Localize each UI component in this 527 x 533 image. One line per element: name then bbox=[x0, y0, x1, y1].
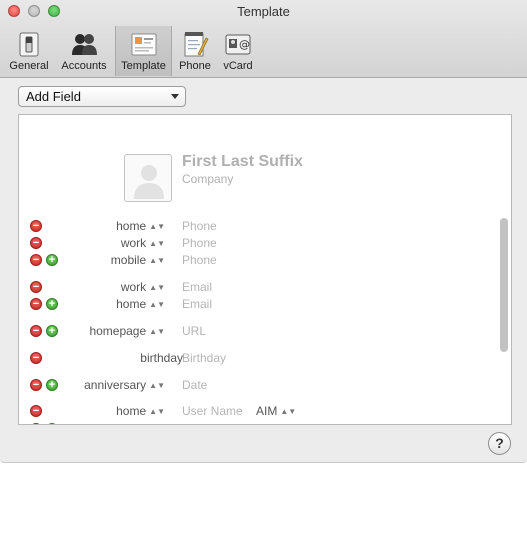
up-down-arrows-icon: ▲▼ bbox=[149, 300, 165, 309]
toolbar-vcard[interactable]: @ vCard bbox=[218, 26, 258, 76]
field-label-popup[interactable]: home ▲▼ bbox=[116, 219, 165, 233]
remove-field-button[interactable]: − bbox=[30, 220, 42, 232]
up-down-arrows-icon: ▲▼ bbox=[149, 256, 165, 265]
field-label-popup[interactable]: homepage ▲▼ bbox=[89, 324, 165, 338]
remove-field-button[interactable]: − bbox=[30, 237, 42, 249]
phone-notepad-icon bbox=[184, 32, 209, 57]
field-row: − home ▲▼ Phone bbox=[19, 218, 499, 235]
field-label-popup[interactable]: home ▲▼ bbox=[116, 297, 165, 311]
field-placeholder[interactable]: URL bbox=[182, 324, 206, 338]
remove-field-button[interactable]: − bbox=[30, 254, 42, 266]
field-label-popup[interactable]: anniversary ▲▼ bbox=[84, 378, 165, 392]
contact-name[interactable]: First Last Suffix bbox=[182, 153, 303, 171]
vcard-icon: @ bbox=[225, 34, 251, 55]
field-label-popup[interactable]: work ▲▼ bbox=[121, 280, 165, 294]
field-placeholder[interactable]: Email bbox=[182, 297, 212, 311]
field-label: birthday bbox=[140, 351, 183, 365]
person-silhouette-icon bbox=[134, 165, 164, 199]
remove-field-button[interactable]: − bbox=[30, 281, 42, 293]
field-label: homepage bbox=[89, 324, 147, 338]
field-row: − + anniversary ▲▼ Date bbox=[19, 377, 499, 394]
field-row: − work ▲▼ Email bbox=[19, 279, 499, 296]
up-down-arrows-icon: ▲▼ bbox=[149, 283, 165, 292]
remove-field-button[interactable]: − bbox=[30, 325, 42, 337]
field-label: mobile bbox=[110, 253, 147, 267]
template-card-icon bbox=[131, 33, 156, 56]
template-card-pane: First Last Suffix Company − home ▲▼ Phone… bbox=[18, 114, 512, 425]
accounts-people-icon bbox=[72, 34, 97, 55]
service-label: AIM bbox=[256, 404, 278, 418]
contact-photo[interactable] bbox=[124, 154, 172, 202]
field-placeholder[interactable]: Birthday bbox=[182, 351, 226, 365]
field-label-popup[interactable]: home ▲▼ bbox=[116, 404, 165, 418]
field-placeholder[interactable]: Email bbox=[182, 280, 212, 294]
add-field-label: Add Field bbox=[26, 89, 81, 104]
field-row: − + mobile ▲▼ Phone bbox=[19, 252, 499, 269]
toolbar-label: vCard bbox=[223, 60, 253, 72]
field-label: work bbox=[120, 236, 147, 250]
field-row: − + home ▲▼ Email bbox=[19, 296, 499, 313]
add-field-button[interactable]: + bbox=[46, 298, 58, 310]
help-button[interactable]: ? bbox=[488, 432, 511, 455]
add-field-dropdown[interactable]: Add Field bbox=[18, 86, 186, 107]
svg-text:@: @ bbox=[239, 38, 250, 51]
add-field-button[interactable]: + bbox=[46, 423, 58, 424]
field-label-popup[interactable]: work ▲▼ bbox=[121, 236, 165, 250]
field-placeholder[interactable]: Phone bbox=[182, 236, 217, 250]
field-label: anniversary bbox=[84, 378, 147, 392]
field-row: − home ▲▼ User Name AIM ▲▼ bbox=[19, 403, 499, 420]
toolbar-phone[interactable]: Phone bbox=[175, 26, 215, 76]
contact-company[interactable]: Company bbox=[182, 172, 233, 186]
toolbar-label: Phone bbox=[179, 60, 211, 72]
dropdown-arrow-icon bbox=[171, 94, 179, 99]
service-popup[interactable]: AIM ▲▼ bbox=[256, 404, 296, 418]
up-down-arrows-icon: ▲▼ bbox=[149, 222, 165, 231]
field-label: home bbox=[116, 297, 147, 311]
field-label: home bbox=[116, 219, 147, 233]
toolbar-template[interactable]: Template bbox=[115, 26, 172, 76]
field-row: − work ▲▼ Phone bbox=[19, 235, 499, 252]
add-field-button[interactable]: + bbox=[46, 325, 58, 337]
field-placeholder[interactable]: User Name bbox=[182, 404, 243, 418]
add-field-button[interactable]: + bbox=[46, 254, 58, 266]
field-placeholder[interactable]: Phone bbox=[182, 219, 217, 233]
remove-field-button[interactable]: − bbox=[30, 423, 42, 424]
toolbar-accounts[interactable]: Accounts bbox=[56, 26, 112, 76]
toolbar-label: Template bbox=[121, 60, 166, 72]
up-down-arrows-icon: ▲▼ bbox=[149, 327, 165, 336]
field-placeholder[interactable]: Date bbox=[182, 378, 207, 392]
up-down-arrows-icon: ▲▼ bbox=[149, 239, 165, 248]
preferences-window: Template General Accounts Template Phone… bbox=[0, 0, 527, 463]
field-row: − birthday Birthday bbox=[19, 350, 499, 367]
toolbar-label: Accounts bbox=[61, 60, 107, 72]
remove-field-button[interactable]: − bbox=[30, 352, 42, 364]
general-switch-icon bbox=[19, 32, 39, 57]
up-down-arrows-icon: ▲▼ bbox=[149, 407, 165, 416]
vertical-scrollbar[interactable] bbox=[500, 218, 508, 352]
field-label: home bbox=[116, 404, 147, 418]
remove-field-button[interactable]: − bbox=[30, 405, 42, 417]
title-toolbar: Template General Accounts Template Phone… bbox=[0, 0, 527, 78]
add-field-button[interactable]: + bbox=[46, 379, 58, 391]
toolbar-label: General bbox=[9, 60, 49, 72]
field-label-popup[interactable]: mobile ▲▼ bbox=[111, 253, 165, 267]
remove-field-button[interactable]: − bbox=[30, 379, 42, 391]
up-down-arrows-icon: ▲▼ bbox=[149, 381, 165, 390]
field-row: − + homepage ▲▼ URL bbox=[19, 323, 499, 340]
field-label: work bbox=[120, 280, 147, 294]
remove-field-button[interactable]: − bbox=[30, 298, 42, 310]
field-placeholder[interactable]: Phone bbox=[182, 253, 217, 267]
toolbar-general[interactable]: General bbox=[6, 26, 52, 76]
window-title: Template bbox=[237, 4, 290, 19]
field-row-partial: − + bbox=[19, 421, 499, 424]
up-down-arrows-icon: ▲▼ bbox=[280, 407, 297, 416]
